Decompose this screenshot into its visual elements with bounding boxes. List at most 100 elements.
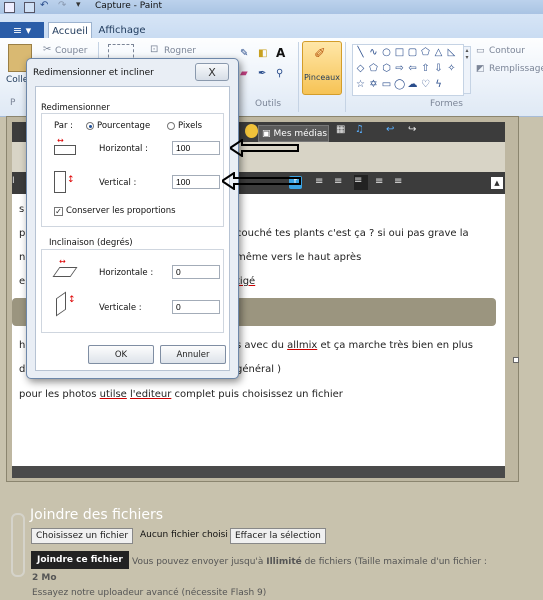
cancel-button[interactable]: Annuler (160, 345, 226, 364)
color-picker-icon[interactable]: ✒ (258, 68, 266, 79)
outline-button[interactable]: Contour (489, 46, 525, 56)
shapes-gallery-scroll[interactable]: ▴ ▾ (463, 46, 471, 94)
resize-handle[interactable] (513, 357, 519, 363)
special-chars-icon[interactable]: ♫ (355, 124, 364, 135)
callout-oval-shape-icon[interactable]: ◯ (394, 79, 405, 90)
vertical-skew-input[interactable] (172, 300, 220, 314)
align-right-icon[interactable]: ≡ (375, 176, 383, 187)
attachments-title: Joindre des fichiers (30, 507, 164, 523)
oval-shape-icon[interactable]: ○ (381, 47, 392, 58)
shapes-gallery[interactable]: ╲ ∿ ○ □ ▢ ⬠ △ ◺ ◇ ⬠ ⬡ ⇨ ⇦ ⇧ ⇩ ✧ ☆ ✡ ▭ ◯ … (352, 44, 464, 96)
smiley-icon[interactable] (245, 124, 258, 138)
clipboard-group-label: P (10, 98, 16, 108)
brushes-button[interactable]: ✐ Pinceaux (302, 41, 342, 95)
arrow-up-shape-icon[interactable]: ⇧ (420, 63, 431, 74)
text-line-7: pour les photos utilse l'editeur complet… (19, 389, 343, 400)
vertical-resize-input[interactable] (172, 175, 220, 189)
paint-menu-button[interactable]: ≡ ▾ (0, 22, 44, 38)
scissors-icon[interactable]: ✂ (43, 44, 51, 55)
brush-icon: ✐ (314, 46, 326, 62)
undo-icon[interactable]: ↶ (40, 0, 48, 11)
dialog-close-button[interactable]: X (195, 63, 229, 81)
star6-shape-icon[interactable]: ✡ (368, 79, 379, 90)
justify-icon[interactable]: ≡ (394, 176, 402, 187)
upload-info: Vous pouvez envoyer jusqu'à Illimité de … (132, 557, 487, 567)
horizontal-skew-input[interactable] (172, 265, 220, 279)
paperclip-icon (11, 513, 25, 577)
tab-affichage[interactable]: Affichage (96, 22, 148, 38)
text-line-2: couché tes plants c'est ça ? si oui pas … (236, 228, 469, 239)
horizontal-resize-input[interactable] (172, 141, 220, 155)
choose-file-button[interactable]: Choisissez un fichier (31, 528, 134, 544)
advanced-uploader-link[interactable]: Essayez notre uploadeur avancé (nécessit… (32, 588, 266, 598)
paste-label[interactable]: Colle (6, 75, 28, 85)
collapse-toolbar-button[interactable]: ▲ (491, 177, 503, 189)
text-line-6-start: d (19, 364, 26, 375)
table-icon[interactable]: ▦ (336, 124, 345, 135)
cut-button[interactable]: Couper (55, 46, 87, 56)
crop-icon[interactable]: ⊡ (150, 44, 158, 55)
redo-editor-icon[interactable]: ↪ (408, 124, 416, 135)
text-line-5-a: s avec du (236, 340, 288, 351)
pixels-radio[interactable] (167, 122, 175, 130)
arrow-right-shape-icon[interactable]: ⇨ (394, 63, 405, 74)
eraser-icon[interactable]: ▰ (240, 68, 248, 79)
right-triangle-shape-icon[interactable]: ◺ (446, 47, 457, 58)
vertical-resize-label: Vertical : (99, 178, 137, 188)
hexagon-shape-icon[interactable]: ⬡ (381, 63, 392, 74)
diamond-shape-icon[interactable]: ◇ (355, 63, 366, 74)
fill-icon[interactable]: ◧ (258, 48, 267, 59)
text-line-3-start: n (19, 252, 26, 263)
vertical-box-icon (54, 171, 66, 193)
vertical-resize-icon: ↕ (54, 171, 76, 193)
pixels-label[interactable]: Pixels (178, 121, 202, 131)
keep-ratio-checkbox[interactable]: ✓ (54, 207, 63, 216)
align-center-icon[interactable]: ≡ (354, 175, 368, 190)
skew-v-arrow-icon: ↕ (68, 295, 76, 305)
text-line-7-a: pour les photos (19, 389, 100, 400)
cloud-callout-shape-icon[interactable]: ☁ (407, 79, 418, 90)
arrow-down-shape-icon[interactable]: ⇩ (433, 63, 444, 74)
star5-shape-icon[interactable]: ☆ (355, 79, 366, 90)
crop-button[interactable]: Rogner (164, 46, 196, 56)
keep-ratio-label[interactable]: Conserver les proportions (66, 206, 176, 216)
outline-icon[interactable]: ▭ (476, 46, 485, 56)
percent-radio[interactable] (86, 122, 94, 130)
clear-selection-button[interactable]: Effacer la sélection (230, 528, 326, 544)
line-shape-icon[interactable]: ╲ (355, 47, 366, 58)
toolbar-letter[interactable]: I (12, 176, 20, 190)
list-icon[interactable]: ≡ (315, 176, 323, 187)
redo-icon[interactable]: ↷ (58, 0, 66, 11)
allmix-link[interactable]: allmix (287, 340, 317, 351)
save-icon[interactable] (24, 2, 35, 13)
polygon-shape-icon[interactable]: ⬠ (420, 47, 431, 58)
callout-rect-shape-icon[interactable]: ▭ (381, 79, 392, 90)
heart-shape-icon[interactable]: ♡ (420, 79, 431, 90)
star4-shape-icon[interactable]: ✧ (446, 63, 457, 74)
text-line-4-start: e (19, 276, 26, 287)
fill-shape-icon[interactable]: ◩ (476, 64, 485, 74)
tab-accueil[interactable]: Accueil (48, 22, 92, 39)
undo-editor-icon[interactable]: ↩ (386, 124, 394, 135)
rectangle-shape-icon[interactable]: □ (394, 47, 405, 58)
horizontal-skew-label: Horizontale : (99, 268, 154, 278)
fill-button[interactable]: Remplissage (489, 64, 543, 74)
magnifier-icon[interactable]: ⚲ (276, 68, 283, 79)
pentagon-shape-icon[interactable]: ⬠ (368, 63, 379, 74)
ribbon-separator (298, 42, 299, 112)
align-left-icon[interactable]: ≡ (334, 176, 342, 187)
ok-button[interactable]: OK (88, 345, 154, 364)
arrow-left-shape-icon[interactable]: ⇦ (407, 63, 418, 74)
paint-app-icon[interactable] (4, 2, 15, 13)
percent-label[interactable]: Pourcentage (97, 121, 150, 131)
lightning-shape-icon[interactable]: ϟ (433, 79, 444, 90)
rounded-rectangle-shape-icon[interactable]: ▢ (407, 47, 418, 58)
text-icon[interactable]: A (276, 46, 285, 60)
quick-access-dropdown-icon[interactable]: ▾ (76, 0, 81, 10)
vertical-skew-icon: ↕ (54, 291, 78, 317)
attach-file-button[interactable]: Joindre ce fichier (31, 551, 129, 569)
triangle-shape-icon[interactable]: △ (433, 47, 444, 58)
pencil-icon[interactable]: ✎ (240, 48, 248, 59)
curve-shape-icon[interactable]: ∿ (368, 47, 379, 58)
utilse-word: utilse (99, 389, 127, 400)
